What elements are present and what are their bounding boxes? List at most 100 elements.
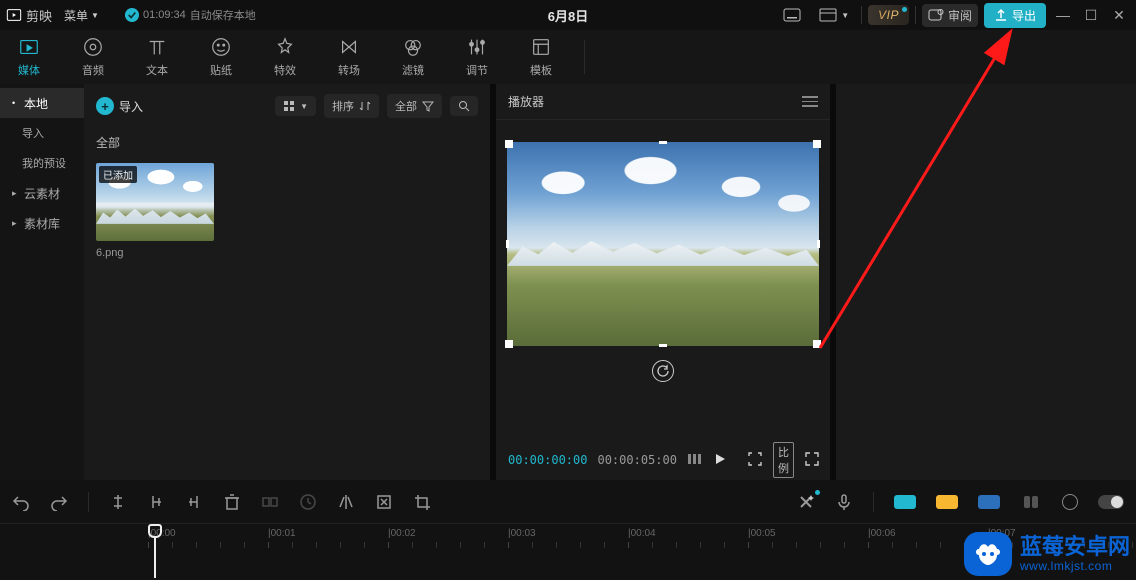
microphone-button[interactable]	[835, 493, 853, 511]
handle-t[interactable]	[659, 141, 667, 144]
playhead[interactable]	[148, 524, 162, 578]
nav-local[interactable]: •本地	[0, 88, 84, 118]
focus-frame-button[interactable]	[747, 451, 763, 470]
filter-button[interactable]: 全部	[387, 94, 442, 118]
handle-b[interactable]	[659, 344, 667, 347]
player-panel: 播放器 00:00:00:00 00:00:05:00	[496, 84, 830, 480]
menu-button[interactable]: 菜单 ▼	[60, 5, 103, 26]
delete-button[interactable]	[223, 493, 241, 511]
nav-my-preset[interactable]: 我的预设	[10, 148, 84, 178]
handle-tr[interactable]	[813, 140, 821, 148]
track-adjacent-button[interactable]	[1020, 495, 1042, 509]
review-button[interactable]: 审阅	[922, 4, 978, 27]
tab-effect[interactable]: 特效	[264, 36, 306, 78]
search-button[interactable]	[450, 96, 478, 116]
preview-canvas[interactable]	[507, 142, 819, 346]
layout-button[interactable]: ▼	[813, 5, 855, 25]
track-color-1[interactable]	[894, 495, 916, 509]
ripple-button[interactable]	[261, 493, 279, 511]
ruler-tick: |00:06	[868, 528, 896, 539]
handle-tl[interactable]	[505, 140, 513, 148]
notification-dot	[902, 7, 907, 12]
watermark-url: www.lmkjst.com	[1020, 560, 1130, 573]
sort-button[interactable]: 排序	[324, 94, 379, 118]
tab-transition[interactable]: 转场	[328, 36, 370, 78]
media-icon	[18, 36, 40, 58]
tab-filter[interactable]: 滤镜	[392, 36, 434, 78]
track-marker-button[interactable]	[1062, 494, 1078, 510]
separator	[584, 40, 585, 74]
tool-tabs: 媒体 音频 文本 贴纸 特效 转场 滤镜 调节 模板	[0, 30, 1136, 84]
handle-br[interactable]	[813, 340, 821, 348]
text-icon	[146, 36, 168, 58]
auto-cut-button[interactable]	[797, 493, 815, 511]
snap-toggle[interactable]	[1098, 495, 1124, 509]
project-title: 6月8日	[548, 6, 588, 25]
keyboard-button[interactable]	[777, 5, 807, 25]
player-title: 播放器	[508, 93, 544, 110]
ruler-tick: |00:02	[388, 528, 416, 539]
player-menu-button[interactable]	[802, 96, 818, 107]
tab-adjust[interactable]: 调节	[456, 36, 498, 78]
nav-library[interactable]: ▸素材库	[0, 208, 84, 238]
section-label: 全部	[96, 134, 478, 151]
minimize-button[interactable]: —	[1052, 7, 1074, 23]
sort-icon	[359, 100, 371, 112]
track-color-2[interactable]	[936, 495, 958, 509]
search-icon	[458, 100, 470, 112]
filter-icon	[402, 36, 424, 58]
tab-sticker[interactable]: 贴纸	[200, 36, 242, 78]
tab-text[interactable]: 文本	[136, 36, 178, 78]
redo-button[interactable]	[50, 493, 68, 511]
side-nav: •本地 导入 我的预设 ▸云素材 ▸素材库	[0, 84, 84, 480]
media-area: + 导入 ▼ 排序 全部 全部 已添加 6.png	[84, 84, 490, 480]
transition-icon	[338, 36, 360, 58]
preview-image	[507, 142, 819, 346]
undo-button[interactable]	[12, 493, 30, 511]
play-button[interactable]	[713, 452, 727, 469]
trim-right-button[interactable]	[185, 493, 203, 511]
columns-button[interactable]	[687, 452, 703, 469]
handle-l[interactable]	[506, 240, 509, 248]
reset-transform-button[interactable]	[652, 360, 674, 382]
timecode-current: 00:00:00:00	[508, 453, 587, 467]
split-button[interactable]	[109, 493, 127, 511]
ruler-tick: |00:01	[268, 528, 296, 539]
view-mode-button[interactable]: ▼	[275, 96, 316, 116]
plus-icon: +	[96, 97, 114, 115]
nav-cloud[interactable]: ▸云素材	[0, 178, 84, 208]
thumbnail-image[interactable]: 已添加	[96, 163, 214, 241]
vip-button[interactable]: VIP	[868, 5, 909, 25]
app-logo: 剪映	[6, 6, 52, 25]
check-icon	[125, 8, 139, 22]
rotate-button[interactable]	[375, 493, 393, 511]
close-button[interactable]: ✕	[1108, 7, 1130, 24]
watermark-title: 蓝莓安卓网	[1020, 535, 1130, 559]
refresh-icon	[656, 364, 670, 378]
fullscreen-button[interactable]	[804, 451, 820, 470]
watermark: 蓝莓安卓网 www.lmkjst.com	[964, 532, 1130, 576]
import-button[interactable]: + 导入	[96, 97, 143, 115]
handle-r[interactable]	[817, 240, 820, 248]
aspect-ratio-button[interactable]: 比例	[773, 442, 794, 478]
track-color-3[interactable]	[978, 495, 1000, 509]
media-panel: •本地 导入 我的预设 ▸云素材 ▸素材库 + 导入 ▼ 排序 全部 全部	[0, 84, 490, 480]
mirror-button[interactable]	[337, 493, 355, 511]
crop-button[interactable]	[413, 493, 431, 511]
ruler-tick: |00:03	[508, 528, 536, 539]
grid-icon	[283, 100, 295, 112]
maximize-button[interactable]: ☐	[1080, 7, 1102, 24]
handle-bl[interactable]	[505, 340, 513, 348]
speed-button[interactable]	[299, 493, 317, 511]
effect-icon	[274, 36, 296, 58]
sticker-icon	[210, 36, 232, 58]
audio-icon	[82, 36, 104, 58]
nav-import[interactable]: 导入	[10, 118, 84, 148]
export-button[interactable]: 导出	[984, 3, 1046, 28]
export-icon	[994, 8, 1008, 22]
tab-media[interactable]: 媒体	[8, 36, 50, 78]
tab-template[interactable]: 模板	[520, 36, 562, 78]
tab-audio[interactable]: 音频	[72, 36, 114, 78]
media-thumbnail[interactable]: 已添加 6.png	[96, 163, 214, 259]
trim-left-button[interactable]	[147, 493, 165, 511]
